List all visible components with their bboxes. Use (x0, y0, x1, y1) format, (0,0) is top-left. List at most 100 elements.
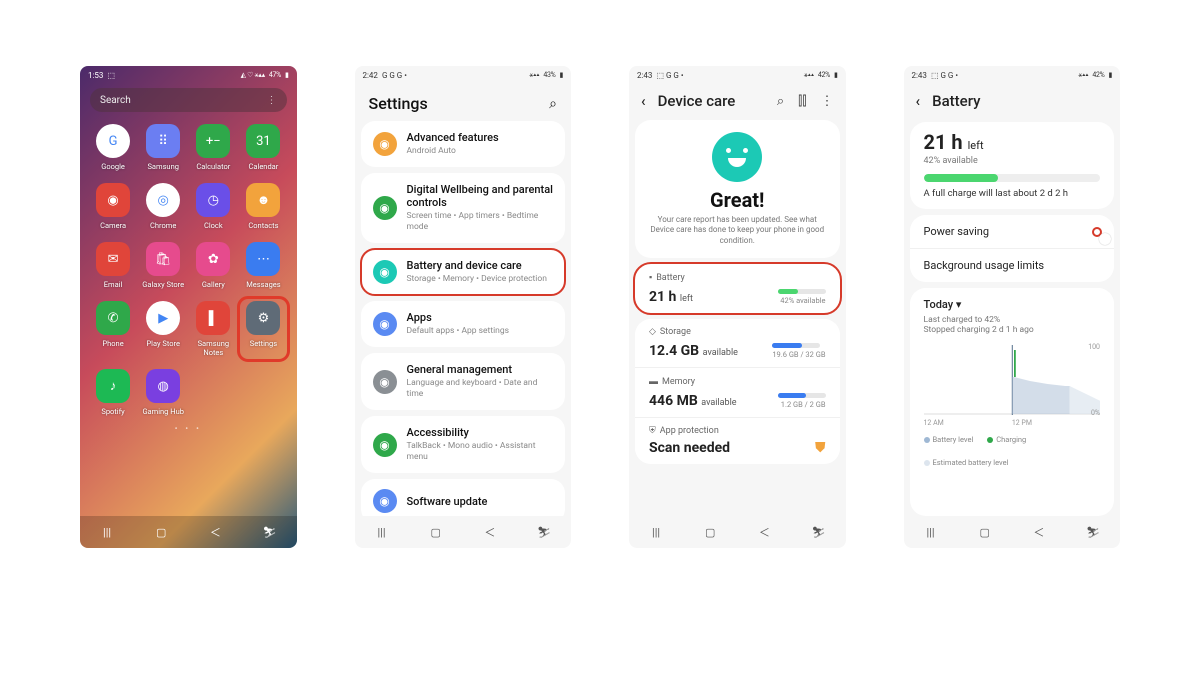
app-camera[interactable]: ◉Camera (92, 183, 134, 230)
nav-home[interactable]: ▢ (152, 526, 170, 538)
app-clock[interactable]: ◷ Clock (192, 183, 234, 230)
settings-item-icon: ◉ (373, 489, 397, 513)
nav-recents[interactable]: ||| (647, 526, 665, 538)
battery-summary: 21 h left 42% available A full charge wi… (910, 122, 1115, 209)
nav-home[interactable]: ▢ (976, 526, 994, 538)
more-icon[interactable]: ⋮ (821, 94, 834, 109)
app-settings[interactable]: ⚙Settings (242, 301, 284, 357)
settings-item-subtitle: Language and keyboard • Date and time (407, 378, 554, 400)
app-icon: ◷ (196, 183, 230, 217)
app-icon: ◉ (96, 183, 130, 217)
app-icon: ⠿ (146, 124, 180, 158)
today-dropdown[interactable]: Today ▾ (910, 288, 1115, 315)
app-label: Spotify (101, 407, 124, 416)
app-icon: G (96, 124, 130, 158)
app-calendar[interactable]: 31Calendar (242, 124, 284, 171)
app-label: Google (101, 162, 125, 171)
app-label: Email (104, 280, 123, 289)
power-saving-row[interactable]: Power saving (910, 215, 1115, 248)
settings-item-battery[interactable]: ◉Battery and device careStorage • Memory… (361, 249, 566, 295)
app-label: Samsung (147, 162, 178, 171)
app-samsung-notes[interactable]: ▌Samsung Notes (192, 301, 234, 357)
search-input[interactable]: Search ⋮ (90, 88, 287, 112)
more-icon[interactable]: ⋮ (267, 95, 277, 106)
nav-recents[interactable]: ||| (98, 526, 116, 538)
nav-accessibility-icon[interactable]: ⛷ (535, 526, 553, 538)
settings-item-apps[interactable]: ◉ Apps Default apps • App settings (361, 301, 566, 347)
app-gallery[interactable]: ✿ Gallery (192, 242, 234, 289)
settings-item-title: Apps (407, 311, 554, 324)
chart-icon[interactable]: ⫿⫿ (798, 94, 806, 109)
app-icon: ◍ (146, 369, 180, 403)
phone-battery: 2:43 ⬚ G G • ⚹▴▴42%▮ ‹ Battery 21 h left… (904, 66, 1121, 548)
app-spotify[interactable]: ♪Spotify (92, 369, 134, 416)
protection-card[interactable]: ⛨App protection Scan needed ⛊ (635, 417, 840, 464)
app-label: Calendar (249, 162, 279, 171)
app-icon: ✿ (196, 242, 230, 276)
navbar: ||| ▢ ＜ ⛷ (80, 516, 297, 548)
battery-pct: 47% (269, 71, 281, 79)
header: ‹ Battery (904, 84, 1121, 118)
settings-item-title: Accessibility (407, 426, 554, 439)
nav-back[interactable]: ＜ (1030, 526, 1048, 538)
settings-item-software[interactable]: ◉Software update (361, 479, 566, 516)
nav-home[interactable]: ▢ (701, 526, 719, 538)
settings-item-subtitle: Default apps • App settings (407, 326, 554, 337)
nav-back[interactable]: ＜ (481, 526, 499, 538)
clock: 1:53 (88, 71, 103, 80)
app-email[interactable]: ✉ Email (92, 242, 134, 289)
settings-list: ◉Advanced featuresAndroid Auto ◉Digital W… (355, 121, 572, 516)
nav-back[interactable]: ＜ (755, 526, 773, 538)
status-bar: 1:53 ⬚ ◭ ♡ ⚹▴▴47%▮ (80, 66, 297, 84)
app-label: Gallery (202, 280, 225, 289)
settings-item-icon: ◉ (373, 312, 397, 336)
nav-recents[interactable]: ||| (922, 526, 940, 538)
app-label: Clock (204, 221, 223, 230)
nav-accessibility-icon[interactable]: ⛷ (1084, 526, 1102, 538)
app-icon: ✉ (96, 242, 130, 276)
app-contacts[interactable]: ☻Contacts (242, 183, 284, 230)
memory-card[interactable]: ▬Memory 446 MB available 1.2 GB / 2 GB (635, 367, 840, 417)
storage-icon: ◇ (649, 327, 656, 337)
back-icon[interactable]: ‹ (641, 92, 646, 110)
nav-back[interactable]: ＜ (206, 526, 224, 538)
status-bar: 2:43 ⬚ G G • ⚹▴▴42%▮ (904, 66, 1121, 84)
warning-shield-icon: ⛊ (815, 440, 826, 456)
app-samsung[interactable]: ⠿ Samsung (142, 124, 184, 171)
search-icon[interactable]: ⌕ (549, 96, 557, 112)
back-icon[interactable]: ‹ (916, 92, 921, 110)
app-play-store[interactable]: ▶Play Store (142, 301, 184, 357)
settings-item-icon: ◉ (373, 132, 397, 156)
phone-device-care: 2:43 ⬚ G G • ⚹▴▴42%▮ ‹ Device care ⌕ ⫿⫿ … (629, 66, 846, 548)
storage-card[interactable]: ◇Storage 12.4 GB available 19.6 GB / 32 … (635, 319, 840, 367)
app-icon: ✆ (96, 301, 130, 335)
bg-limits-row[interactable]: Background usage limits (910, 248, 1115, 282)
status-bar: 2:43 ⬚ G G • ⚹▴▴42%▮ (629, 66, 846, 84)
nav-home[interactable]: ▢ (427, 526, 445, 538)
app-gaming-hub[interactable]: ◍Gaming Hub (142, 369, 184, 416)
app-chrome[interactable]: ◎Chrome (142, 183, 184, 230)
nav-accessibility-icon[interactable]: ⛷ (260, 526, 278, 538)
app-label: Messages (246, 280, 280, 289)
app-calculator[interactable]: +−Calculator (192, 124, 234, 171)
app-phone[interactable]: ✆ Phone (92, 301, 134, 357)
settings-item-digital[interactable]: ◉Digital Wellbeing and parental controls… (361, 173, 566, 243)
app-galaxy-store[interactable]: 🛍Galaxy Store (142, 242, 184, 289)
app-icon: ⋯ (246, 242, 280, 276)
settings-item-accessibility[interactable]: ◉AccessibilityTalkBack • Mono audio • As… (361, 416, 566, 473)
app-icon: ☻ (246, 183, 280, 217)
nav-accessibility-icon[interactable]: ⛷ (809, 526, 827, 538)
app-label: Phone (102, 339, 123, 348)
settings-item-general[interactable]: ◉General managementLanguage and keyboard… (361, 353, 566, 410)
settings-item-advanced[interactable]: ◉Advanced featuresAndroid Auto (361, 121, 566, 167)
search-icon[interactable]: ⌕ (777, 94, 784, 109)
app-messages[interactable]: ⋯ Messages (242, 242, 284, 289)
page-title: Battery (932, 92, 980, 110)
page-dots: • • • (80, 424, 297, 433)
settings-item-icon: ◉ (373, 196, 397, 220)
nav-recents[interactable]: ||| (373, 526, 391, 538)
app-label: Calculator (196, 162, 230, 171)
app-google[interactable]: G Google (92, 124, 134, 171)
battery-card[interactable]: ▪Battery 21 h left 42% available (635, 264, 840, 313)
settings-item-icon: ◉ (373, 370, 397, 394)
